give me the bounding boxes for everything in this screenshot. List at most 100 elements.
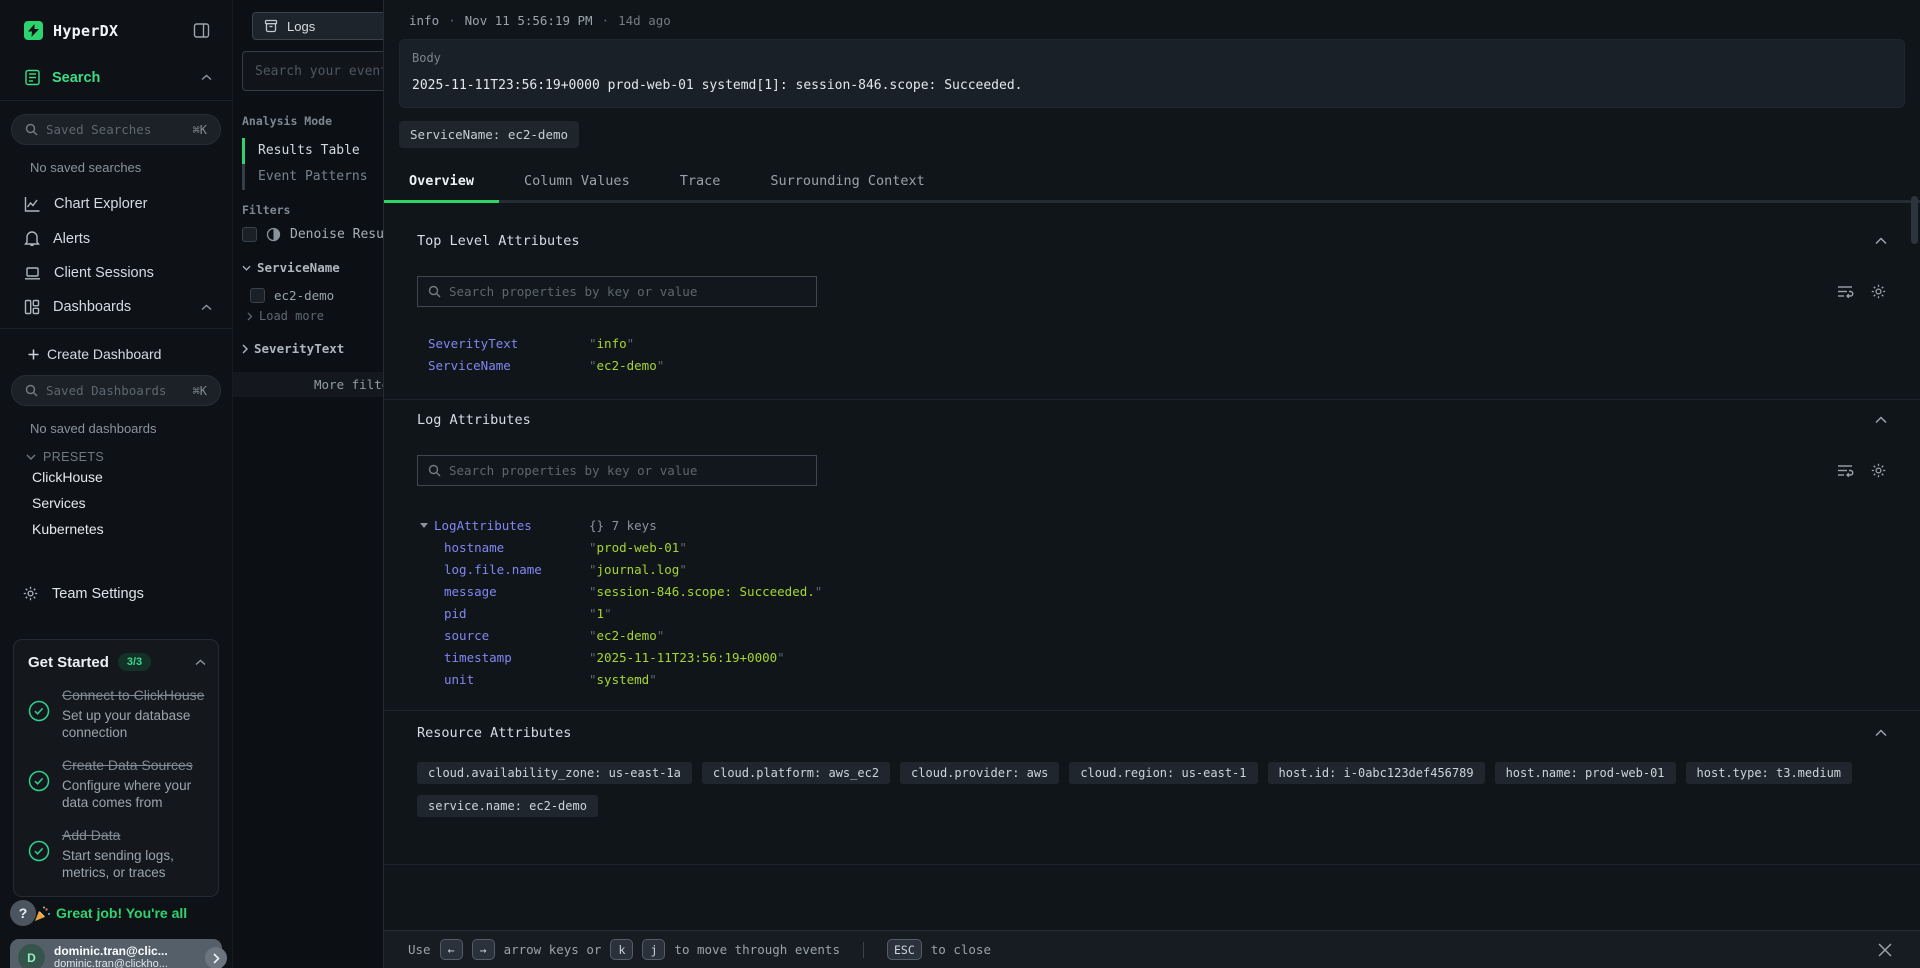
sidebar-item-alerts[interactable]: Alerts — [0, 221, 232, 256]
caret-down-icon[interactable] — [420, 523, 428, 528]
get-started-item[interactable]: Connect to ClickHouse Set up your databa… — [28, 686, 206, 741]
attribute-root-key[interactable]: LogAttributes — [417, 518, 589, 533]
attribute-value[interactable]: "1" — [589, 606, 612, 621]
preset-clickhouse[interactable]: ClickHouse — [0, 464, 232, 490]
attribute-value[interactable]: "info" — [589, 336, 634, 351]
attribute-value[interactable]: "journal.log" — [589, 562, 687, 577]
severity-text: info — [409, 13, 439, 28]
no-saved-searches-note: No saved searches — [30, 160, 232, 175]
filters-label: Filters — [242, 203, 290, 217]
chevron-up-icon[interactable] — [201, 304, 212, 311]
filter-group-servicename[interactable]: ServiceName — [242, 260, 340, 275]
attribute-key[interactable]: SeverityText — [417, 336, 589, 351]
get-started-item[interactable]: Add Data Start sending logs, metrics, or… — [28, 826, 206, 881]
saved-dashboards-input[interactable]: Saved Dashboards ⌘K — [11, 375, 221, 406]
service-name-chip[interactable]: ServiceName: ec2-demo — [399, 121, 579, 148]
property-search-box[interactable] — [417, 455, 817, 486]
attribute-value[interactable]: "ec2-demo" — [589, 358, 664, 373]
resource-badge[interactable]: cloud.availability_zone: us-east-1a — [417, 762, 692, 784]
user-menu[interactable]: D dominic.tran@clic... dominic.tran@clic… — [10, 939, 222, 968]
user-name: dominic.tran@clic... — [54, 944, 168, 958]
attribute-key[interactable]: source — [417, 628, 589, 643]
tab-column-values[interactable]: Column Values — [499, 163, 655, 200]
quote: " — [589, 358, 597, 373]
property-search-box[interactable] — [417, 276, 817, 307]
resource-badge[interactable]: host.id: i-0abc123def456789 — [1268, 762, 1485, 784]
section-toolbar — [417, 276, 1887, 307]
close-icon[interactable] — [1874, 939, 1896, 961]
sidebar-item-team-settings[interactable]: Team Settings — [0, 576, 232, 611]
tab-trace[interactable]: Trace — [655, 163, 746, 200]
source-label: Logs — [287, 19, 315, 34]
preset-kubernetes[interactable]: Kubernetes — [0, 516, 232, 542]
resource-badges: cloud.availability_zone: us-east-1a clou… — [417, 762, 1887, 817]
collapse-section-icon[interactable] — [1875, 237, 1887, 245]
attribute-key[interactable]: message — [417, 584, 589, 599]
attribute-key[interactable]: hostname — [417, 540, 589, 555]
resource-badge[interactable]: cloud.provider: aws — [900, 762, 1059, 784]
attribute-key[interactable]: ServiceName — [417, 358, 589, 373]
value-text: ec2-demo — [597, 628, 657, 643]
load-more-button[interactable]: Load more — [247, 309, 324, 323]
section-tools — [1837, 283, 1887, 300]
attribute-key[interactable]: timestamp — [417, 650, 589, 665]
chevron-up-icon[interactable] — [195, 659, 206, 666]
wrap-lines-icon[interactable] — [1837, 463, 1854, 478]
attribute-value[interactable]: "session-846.scope: Succeeded." — [589, 584, 822, 599]
create-dashboard-button[interactable]: Create Dashboard — [0, 329, 232, 362]
body-text[interactable]: 2025-11-11T23:56:19+0000 prod-web-01 sys… — [412, 78, 1892, 93]
get-started-item[interactable]: Create Data Sources Configure where your… — [28, 756, 206, 811]
resource-badge[interactable]: service.name: ec2-demo — [417, 795, 598, 817]
ec2-demo-checkbox[interactable] — [250, 288, 265, 303]
collapse-sidebar-icon[interactable] — [191, 20, 212, 41]
tab-overview[interactable]: Overview — [384, 163, 499, 200]
resource-badge[interactable]: host.type: t3.medium — [1686, 762, 1853, 784]
collapse-section-icon[interactable] — [1875, 416, 1887, 424]
quote: " — [777, 650, 785, 665]
sidebar-item-search[interactable]: Search — [0, 47, 232, 101]
attribute-value[interactable]: "prod-web-01" — [589, 540, 687, 555]
saved-searches-input[interactable]: Saved Searches ⌘K — [11, 114, 221, 145]
value-text: session-846.scope: Succeeded. — [597, 584, 815, 599]
tab-surrounding-context[interactable]: Surrounding Context — [745, 163, 949, 200]
scrollbar-thumb[interactable] — [1911, 196, 1918, 244]
gear-icon[interactable] — [1870, 462, 1887, 479]
attribute-row: SeverityText "info" — [417, 332, 1887, 354]
mode-event-patterns[interactable]: Event Patterns — [245, 164, 368, 190]
presets-toggle[interactable]: PRESETS — [26, 450, 232, 464]
event-header: info · Nov 11 5:56:19 PM · 14d ago — [384, 0, 1920, 28]
attribute-key[interactable]: unit — [417, 672, 589, 687]
gear-icon[interactable] — [1870, 283, 1887, 300]
attribute-value[interactable]: "2025-11-11T23:56:19+0000" — [589, 650, 785, 665]
collapse-section-icon[interactable] — [1875, 729, 1887, 737]
attribute-value[interactable]: "ec2-demo" — [589, 628, 664, 643]
resource-badge[interactable]: cloud.platform: aws_ec2 — [702, 762, 890, 784]
sidebar-item-dashboards[interactable]: Dashboards — [0, 290, 232, 324]
preset-services[interactable]: Services — [0, 490, 232, 516]
resource-badge[interactable]: cloud.region: us-east-1 — [1069, 762, 1257, 784]
hyperdx-app: HyperDX Search Saved Searches ⌘K No save… — [0, 0, 1920, 968]
app-logo[interactable]: HyperDX — [24, 21, 118, 40]
quote: " — [815, 584, 823, 599]
key-arrow-right: → — [472, 939, 495, 960]
attribute-value[interactable]: "systemd" — [589, 672, 657, 687]
chevron-up-icon[interactable] — [201, 74, 212, 81]
shortcut-hint: ⌘K — [193, 384, 207, 398]
denoise-checkbox[interactable] — [242, 227, 257, 242]
get-started-header[interactable]: Get Started 3/3 — [28, 653, 206, 671]
search-icon — [25, 384, 38, 397]
chevron-right-icon[interactable] — [205, 947, 227, 968]
sidebar-item-chart-explorer[interactable]: Chart Explorer — [0, 187, 232, 221]
progress-badge: 3/3 — [118, 653, 151, 671]
property-search-input[interactable] — [449, 463, 806, 478]
filter-group-severitytext[interactable]: SeverityText — [242, 341, 344, 356]
resource-badge[interactable]: host.name: prod-web-01 — [1495, 762, 1676, 784]
sidebar-item-client-sessions[interactable]: Client Sessions — [0, 256, 232, 290]
mode-results-table[interactable]: Results Table — [245, 138, 368, 164]
chevron-right-icon — [242, 344, 248, 354]
wrap-lines-icon[interactable] — [1837, 284, 1854, 299]
property-search-input[interactable] — [449, 284, 806, 299]
bell-icon — [24, 230, 40, 247]
attribute-key[interactable]: pid — [417, 606, 589, 621]
attribute-key[interactable]: log.file.name — [417, 562, 589, 577]
